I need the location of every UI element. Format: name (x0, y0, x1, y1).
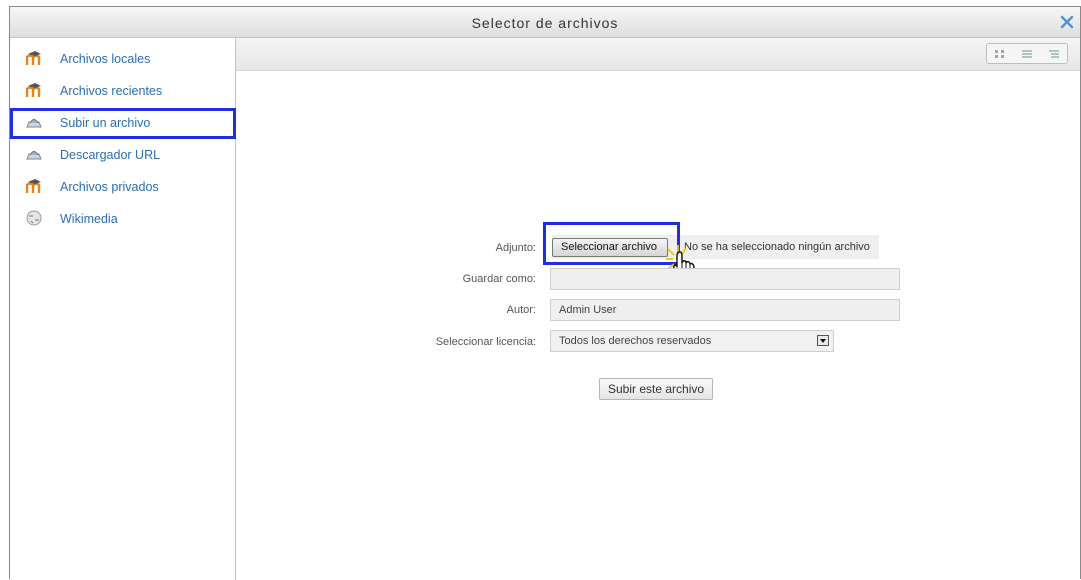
dialog-title: Selector de archivos (471, 15, 619, 31)
sidebar-item-label: Archivos locales (60, 52, 151, 66)
view-mode-switcher (986, 43, 1068, 64)
sidebar-item-label: Descargador URL (60, 148, 161, 162)
moodle-icon (26, 83, 41, 97)
license-label: Seleccionar licencia: (435, 336, 536, 348)
content-toolbar (236, 38, 1080, 71)
sidebar-item-archivos-privados[interactable]: Archivos privados (10, 172, 236, 203)
icons-view-icon (995, 49, 1005, 58)
sidebar-item-descargador-url[interactable]: Descargador URL (10, 140, 236, 171)
upload-icon (26, 151, 42, 160)
sidebar-item-label: Subir un archivo (60, 116, 151, 130)
upload-this-file-button[interactable]: Subir este archivo (599, 378, 714, 400)
details-view-button[interactable] (1014, 44, 1041, 63)
sidebar-item-archivos-locales[interactable]: Archivos locales (10, 44, 236, 75)
dialog-titlebar: Selector de archivos (10, 7, 1080, 38)
sidebar-item-label: Archivos privados (60, 180, 159, 194)
sidebar-item-subir-un-archivo[interactable]: Subir un archivo (10, 108, 236, 139)
sidebar-item-wikimedia[interactable]: Wikimedia (10, 204, 236, 235)
file-picker-dialog: Selector de archivos Archivos locales Ar… (9, 6, 1081, 580)
chevron-down-icon[interactable] (817, 335, 829, 346)
sidebar-item-label: Wikimedia (60, 212, 118, 226)
tree-view-icon (1048, 49, 1059, 58)
moodle-icon (26, 51, 41, 65)
wikipedia-globe-icon (26, 210, 42, 226)
save-as-field[interactable] (550, 268, 900, 290)
moodle-icon (26, 179, 41, 193)
close-icon[interactable] (1058, 13, 1076, 31)
upload-form: Adjunto: Seleccionar archivo No se ha se… (236, 71, 1080, 579)
save-as-label: Guardar como: (462, 273, 536, 285)
attachment-label: Adjunto: (495, 242, 536, 254)
tree-view-button[interactable] (1040, 44, 1067, 63)
icons-view-button[interactable] (987, 44, 1014, 63)
upload-icon (26, 119, 42, 128)
sidebar-item-archivos-recientes[interactable]: Archivos recientes (10, 76, 236, 107)
sidebar-item-label: Archivos recientes (60, 84, 163, 98)
repository-sidebar: Archivos locales Archivos recientes Subi… (10, 38, 236, 580)
no-file-selected-text: No se ha seleccionado ningún archivo (684, 241, 870, 253)
author-field[interactable]: Admin User (550, 299, 900, 321)
details-view-icon (1022, 49, 1032, 58)
license-select[interactable]: Todos los derechos reservados (550, 330, 834, 352)
author-label: Autor: (506, 304, 536, 316)
license-select-value: Todos los derechos reservados (559, 335, 712, 347)
highlight-box (543, 222, 680, 265)
